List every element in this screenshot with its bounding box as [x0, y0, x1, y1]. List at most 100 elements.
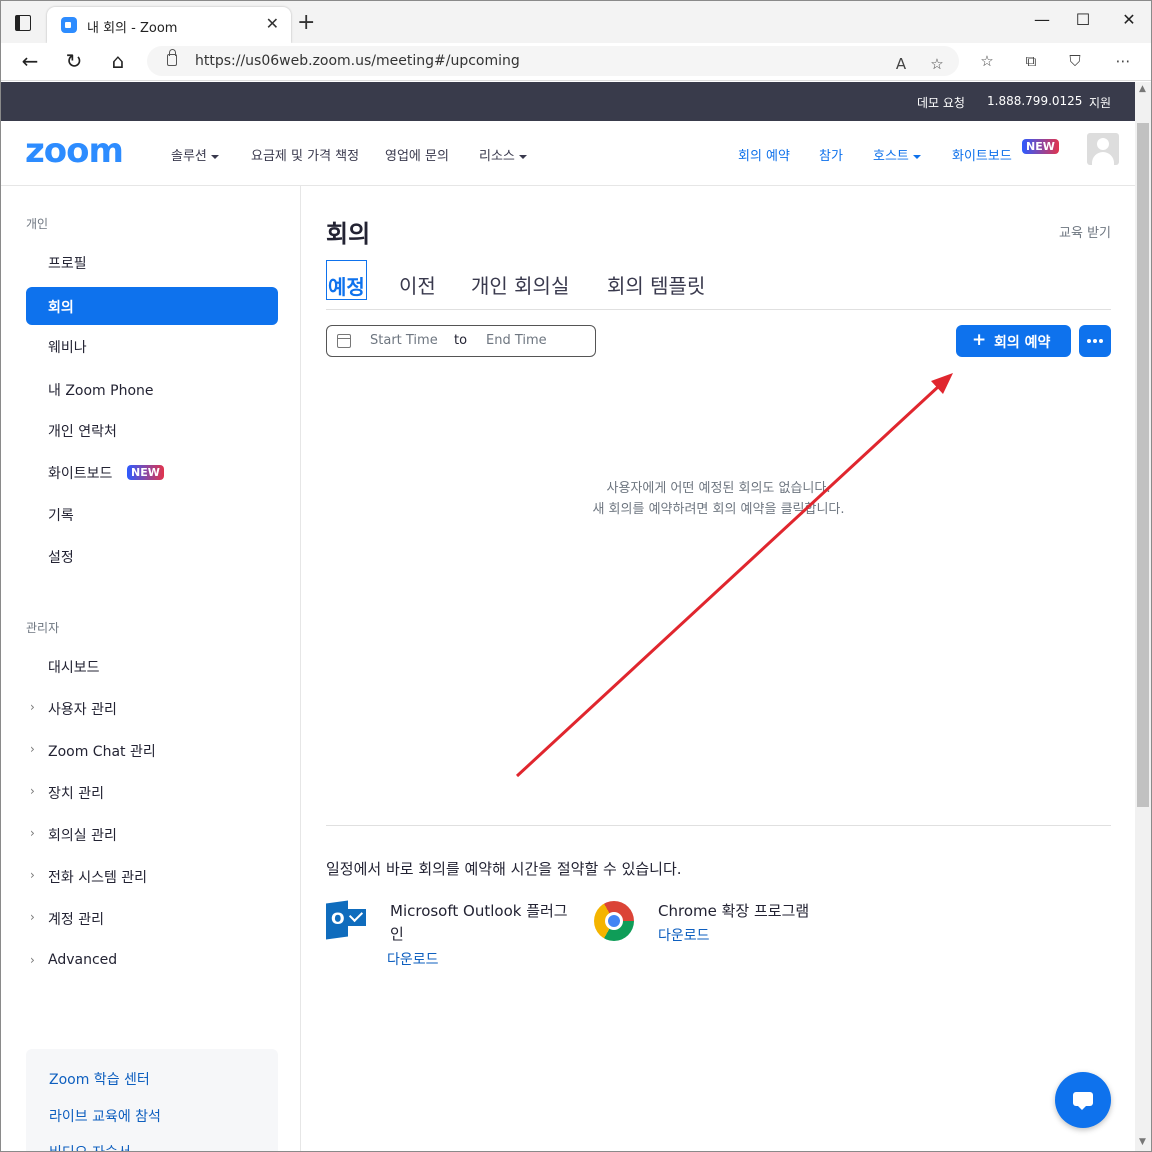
plus-icon: + [972, 330, 987, 350]
sidebar-item-label: Advanced [48, 952, 118, 968]
scroll-up-icon[interactable]: ▲ [1139, 84, 1146, 94]
sidebar-item-label: 대시보드 [48, 660, 100, 676]
video-tutorials-link[interactable]: 비디오 자습서 [49, 1142, 131, 1151]
get-training-link[interactable]: 교육 받기 [1059, 222, 1111, 241]
nav-pricing[interactable]: 요금제 및 가격 책정 [251, 145, 359, 164]
sidebar-item-profile[interactable]: 프로필 [26, 243, 278, 281]
empty-state-line-1: 사용자에게 어떤 예정된 회의도 없습니다. [606, 481, 831, 496]
phone-number: 1.888.799.0125 [987, 94, 1083, 108]
end-time-input[interactable]: End Time [486, 333, 547, 348]
nav-host[interactable]: 호스트 [873, 145, 921, 164]
sidebar-item-user-management[interactable]: › 사용자 관리 [26, 689, 278, 727]
zoom-favicon-icon [61, 17, 77, 33]
sidebar-item-label: 기록 [48, 508, 74, 524]
chevron-right-icon: › [30, 784, 35, 798]
home-icon[interactable]: ⌂ [106, 49, 130, 73]
nav-solutions-label: 솔루션 [171, 149, 207, 164]
tab-previous[interactable]: 이전 [399, 270, 436, 299]
tab-personal-room[interactable]: 개인 회의실 [471, 270, 569, 299]
chevron-right-icon: › [30, 742, 35, 756]
sidebar-item-webinars[interactable]: 웨비나 [26, 327, 278, 365]
start-time-input[interactable]: Start Time [370, 333, 438, 348]
chevron-right-icon: › [30, 700, 35, 714]
promo-title: 일정에서 바로 회의를 예약해 시간을 절약할 수 있습니다. [326, 860, 682, 878]
sidebar-item-label: 내 Zoom Phone [48, 383, 154, 399]
tab-upcoming[interactable]: 예정 [326, 260, 367, 300]
outlook-envelope [347, 909, 366, 926]
chevron-right-icon: › [30, 826, 35, 840]
outlook-download-link[interactable]: 다운로드 [387, 949, 439, 969]
sidebar-item-recordings[interactable]: 기록 [26, 495, 278, 533]
chrome-icon [594, 901, 634, 941]
chevron-right-icon: › [30, 910, 35, 924]
chevron-down-icon [518, 154, 527, 159]
sidebar-item-label: 계정 관리 [48, 912, 104, 928]
chevron-right-icon: › [30, 953, 35, 967]
add-favorite-icon[interactable]: ☆ [927, 55, 947, 73]
page-scrollbar[interactable]: ▲ ▼ [1135, 82, 1151, 1151]
tab-meeting-templates[interactable]: 회의 템플릿 [607, 270, 705, 299]
scroll-down-icon[interactable]: ▼ [1139, 1137, 1146, 1147]
read-aloud-icon[interactable]: A [891, 55, 911, 73]
favorites-icon[interactable]: ☆ [977, 52, 997, 70]
more-actions-button[interactable] [1079, 325, 1111, 357]
nav-schedule-meeting[interactable]: 회의 예약 [738, 145, 790, 164]
chevron-down-icon [912, 154, 921, 159]
more-options-icon[interactable]: ⋯ [1113, 52, 1133, 70]
new-tab-icon[interactable]: + [297, 10, 315, 35]
nav-join[interactable]: 참가 [819, 145, 843, 164]
nav-host-label: 호스트 [873, 149, 909, 164]
sidebar-item-dashboard[interactable]: 대시보드 [26, 647, 278, 685]
dot-icon [1099, 339, 1103, 343]
close-tab-icon[interactable]: ✕ [266, 14, 279, 33]
sidebar-item-room-management[interactable]: › 회의실 관리 [26, 815, 278, 853]
sidebar-item-zoom-phone[interactable]: 내 Zoom Phone [26, 370, 278, 408]
to-label: to [454, 333, 468, 348]
scroll-thumb[interactable] [1137, 123, 1149, 807]
sidebar-item-settings[interactable]: 설정 [26, 537, 278, 575]
minimize-icon[interactable]: — [1032, 10, 1052, 29]
live-training-link[interactable]: 라이브 교육에 참석 [49, 1106, 161, 1126]
sidebar-item-whiteboards[interactable]: 화이트보드 NEW [26, 453, 278, 491]
sidebar-item-advanced[interactable]: › Advanced [26, 942, 278, 980]
extension-icon[interactable]: ⛉ [1065, 52, 1085, 70]
chrome-extension-name: Chrome 확장 프로그램 [658, 902, 810, 920]
chrome-download-link[interactable]: 다운로드 [658, 925, 710, 945]
tab-actions-icon[interactable] [15, 15, 31, 31]
sidebar-item-contacts[interactable]: 개인 연락처 [26, 411, 278, 449]
sidebar-item-label: 프로필 [48, 256, 87, 272]
collections-icon[interactable]: ⧉ [1021, 52, 1041, 70]
url-text: https://us06web.zoom.us/meeting#/upcomin… [195, 53, 520, 69]
url-field[interactable]: https://us06web.zoom.us/meeting#/upcomin… [147, 46, 959, 76]
sidebar-item-account-management[interactable]: › 계정 관리 [26, 899, 278, 937]
back-icon[interactable]: ← [18, 49, 42, 73]
avatar[interactable] [1087, 133, 1119, 165]
nav-whiteboard[interactable]: 화이트보드 [952, 145, 1012, 164]
nav-contact-sales[interactable]: 영업에 문의 [385, 145, 449, 164]
maximize-icon[interactable]: ☐ [1073, 10, 1093, 29]
date-range-picker[interactable]: Start Time to End Time [326, 325, 596, 357]
sidebar-item-device-management[interactable]: › 장치 관리 [26, 773, 278, 811]
browser-tab-bar: 내 회의 - Zoom ✕ + — ☐ ✕ [1, 1, 1151, 43]
browser-window: 내 회의 - Zoom ✕ + — ☐ ✕ ← ↻ ⌂ https://us06… [0, 0, 1152, 1152]
close-window-icon[interactable]: ✕ [1119, 10, 1139, 29]
lock-icon[interactable] [167, 49, 177, 66]
learning-center-link[interactable]: Zoom 학습 센터 [49, 1069, 150, 1089]
sidebar-item-phone-system[interactable]: › 전화 시스템 관리 [26, 857, 278, 895]
browser-tab[interactable]: 내 회의 - Zoom ✕ [47, 7, 291, 43]
zoom-logo[interactable]: zoom [25, 131, 124, 171]
sidebar-item-chat-management[interactable]: › Zoom Chat 관리 [26, 731, 278, 769]
refresh-icon[interactable]: ↻ [62, 49, 86, 73]
nav-solutions[interactable]: 솔루션 [171, 145, 219, 164]
support-link[interactable]: 지원 [1089, 94, 1111, 111]
schedule-meeting-button[interactable]: + 회의 예약 [956, 325, 1071, 357]
dot-icon [1093, 339, 1097, 343]
chat-support-button[interactable] [1055, 1072, 1111, 1128]
new-badge: NEW [1022, 139, 1059, 154]
section-label-personal: 개인 [26, 217, 49, 231]
sidebar-item-meetings[interactable]: 회의 [26, 287, 278, 325]
nav-resources[interactable]: 리소스 [479, 145, 527, 164]
demo-request-link[interactable]: 데모 요청 [917, 94, 965, 111]
schedule-meeting-label: 회의 예약 [994, 335, 1051, 351]
site-header: zoom 솔루션 요금제 및 가격 책정 영업에 문의 리소스 회의 예약 참가… [1, 121, 1135, 186]
